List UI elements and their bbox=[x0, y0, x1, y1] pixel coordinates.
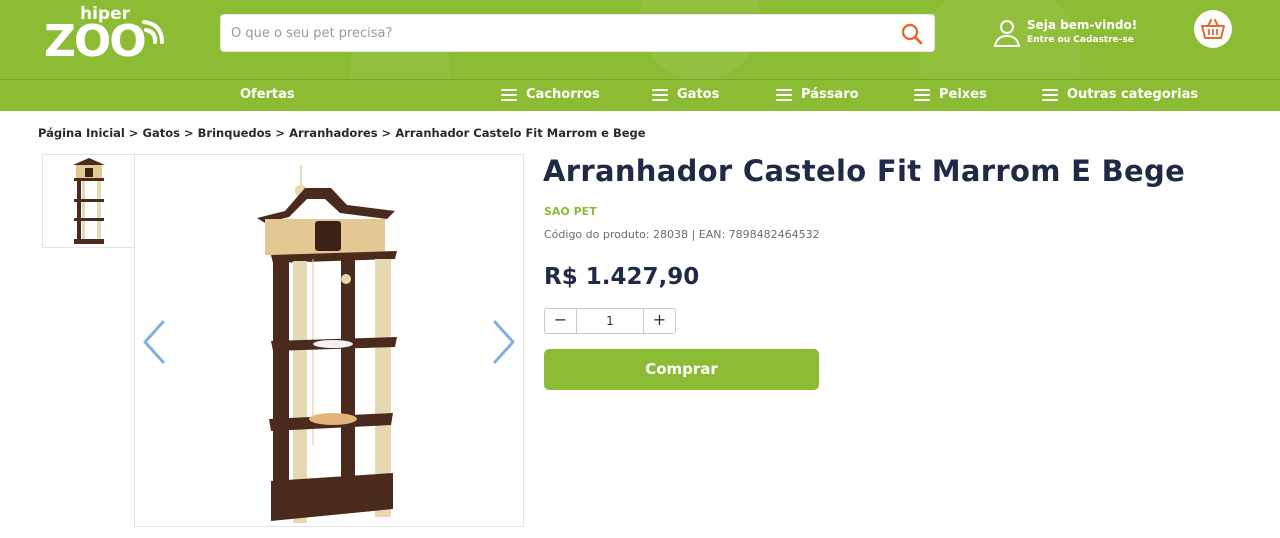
basket-icon bbox=[1201, 19, 1225, 39]
menu-icon bbox=[1042, 88, 1058, 101]
search-bar bbox=[220, 14, 935, 52]
search-icon[interactable] bbox=[900, 22, 924, 46]
breadcrumb-arranhadores[interactable]: Arranhadores bbox=[289, 126, 378, 140]
category-nav: Ofertas Cachorros Gatos Pássaro Peixes O… bbox=[0, 79, 1280, 111]
quantity-input[interactable] bbox=[578, 309, 642, 333]
hiperzoo-logo[interactable]: hiper ZOO bbox=[44, 4, 168, 72]
user-icon bbox=[993, 20, 1021, 47]
nav-item-label: Pássaro bbox=[801, 87, 859, 102]
nav-item-label: Outras categorias bbox=[1067, 87, 1199, 102]
login-register-link[interactable]: Entre ou Cadastre-se bbox=[1027, 35, 1134, 45]
quantity-stepper: − + bbox=[544, 308, 676, 334]
product-price: R$ 1.427,90 bbox=[544, 264, 700, 290]
breadcrumb-separator: > bbox=[377, 126, 396, 140]
product-brand[interactable]: SAO PET bbox=[544, 205, 597, 218]
chevron-right-icon[interactable] bbox=[491, 320, 517, 364]
quantity-decrease-button[interactable]: − bbox=[545, 309, 577, 333]
menu-icon bbox=[652, 88, 668, 101]
product-codes: Código do produto: 28038 | EAN: 78984824… bbox=[544, 228, 820, 241]
cart-button[interactable] bbox=[1194, 10, 1232, 48]
breadcrumb-separator: > bbox=[179, 126, 198, 140]
chevron-left-icon[interactable] bbox=[141, 320, 167, 364]
breadcrumb-home[interactable]: Página Inicial bbox=[38, 126, 125, 140]
logo-waves-icon bbox=[142, 20, 164, 44]
product-title: Arranhador Castelo Fit Marrom E Bege bbox=[543, 154, 1186, 188]
nav-item-gatos[interactable]: Gatos bbox=[652, 87, 719, 102]
product-main-image bbox=[134, 154, 524, 527]
buy-button[interactable]: Comprar bbox=[544, 349, 819, 390]
breadcrumb-separator: > bbox=[124, 126, 143, 140]
nav-item-outras-categorias[interactable]: Outras categorias bbox=[1042, 87, 1198, 102]
welcome-text: Seja bem-vindo! bbox=[1027, 18, 1138, 32]
nav-item-passaro[interactable]: Pássaro bbox=[776, 87, 859, 102]
nav-item-label: Ofertas bbox=[240, 87, 295, 102]
menu-icon bbox=[914, 88, 930, 101]
menu-icon bbox=[501, 88, 517, 101]
breadcrumb-current: Arranhador Castelo Fit Marrom e Bege bbox=[395, 126, 646, 140]
header: hiper ZOO Seja bem-vindo! Entre ou Cadas… bbox=[0, 0, 1280, 79]
cat-tree-product-image bbox=[257, 165, 397, 523]
breadcrumb-separator: > bbox=[271, 126, 290, 140]
nav-item-ofertas[interactable]: Ofertas bbox=[240, 87, 295, 102]
nav-item-cachorros[interactable]: Cachorros bbox=[501, 87, 600, 102]
nav-item-label: Gatos bbox=[677, 87, 720, 102]
breadcrumb-brinquedos[interactable]: Brinquedos bbox=[198, 126, 272, 140]
nav-item-label: Peixes bbox=[939, 87, 987, 102]
product-thumbnail[interactable] bbox=[42, 154, 135, 248]
nav-item-peixes[interactable]: Peixes bbox=[914, 87, 987, 102]
logo-zoo-text: ZOO bbox=[44, 16, 147, 67]
menu-icon bbox=[776, 88, 792, 101]
nav-item-label: Cachorros bbox=[526, 87, 600, 102]
breadcrumb-gatos[interactable]: Gatos bbox=[143, 126, 180, 140]
quantity-increase-button[interactable]: + bbox=[643, 309, 675, 333]
search-input[interactable] bbox=[221, 15, 891, 51]
account-link[interactable]: Seja bem-vindo! Entre ou Cadastre-se bbox=[993, 18, 1153, 50]
breadcrumb: Página Inicial > Gatos > Brinquedos > Ar… bbox=[38, 126, 646, 140]
cat-tree-thumbnail-image bbox=[73, 158, 105, 244]
